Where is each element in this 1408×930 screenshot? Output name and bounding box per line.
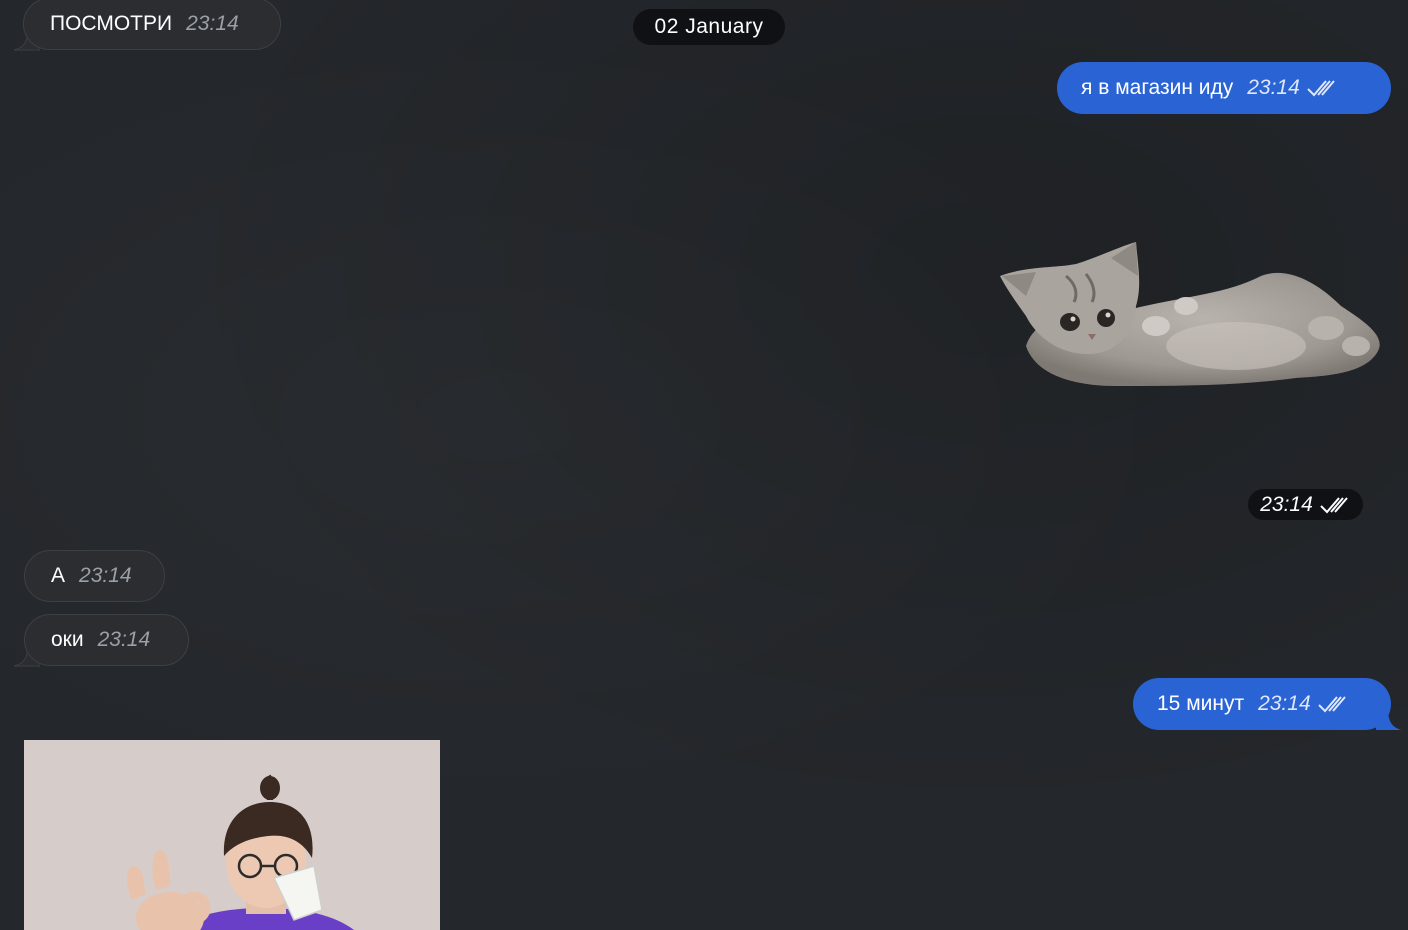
message-text: оки	[51, 628, 84, 651]
message-bubble-outgoing[interactable]: 15 минут 23:14	[1133, 678, 1391, 730]
date-separator: 02 January	[633, 9, 785, 45]
message-time: 23:14	[186, 12, 239, 35]
message-bubble-incoming[interactable]: ПОСМОТРИ 23:14	[23, 0, 281, 50]
message-text: 15 минут	[1157, 692, 1245, 715]
message-bubble-incoming[interactable]: оки 23:14	[24, 614, 189, 666]
message-text: я в магазин иду	[1081, 76, 1234, 99]
message-bubble-incoming[interactable]: А 23:14	[24, 550, 165, 602]
message-time: 23:14	[1260, 492, 1313, 516]
double-check-icon	[1306, 78, 1338, 98]
message-text: ПОСМОТРИ	[50, 12, 173, 35]
message-time: 23:14	[79, 564, 132, 587]
sticker-time-badge: 23:14	[1248, 489, 1363, 520]
message-text: А	[51, 564, 66, 587]
message-time: 23:14	[97, 628, 151, 651]
double-check-icon	[1319, 495, 1351, 515]
photo-image	[24, 740, 440, 930]
message-bubble-outgoing[interactable]: я в магазин иду 23:14	[1057, 62, 1391, 114]
kitten-sticker[interactable]	[996, 236, 1384, 392]
chat-history[interactable]: ПОСМОТРИ 23:14 02 January я в магазин ид…	[0, 0, 1408, 930]
photo-message[interactable]	[24, 740, 440, 930]
message-time: 23:14	[1258, 692, 1311, 715]
double-check-icon	[1317, 694, 1349, 714]
message-time: 23:14	[1247, 76, 1300, 99]
